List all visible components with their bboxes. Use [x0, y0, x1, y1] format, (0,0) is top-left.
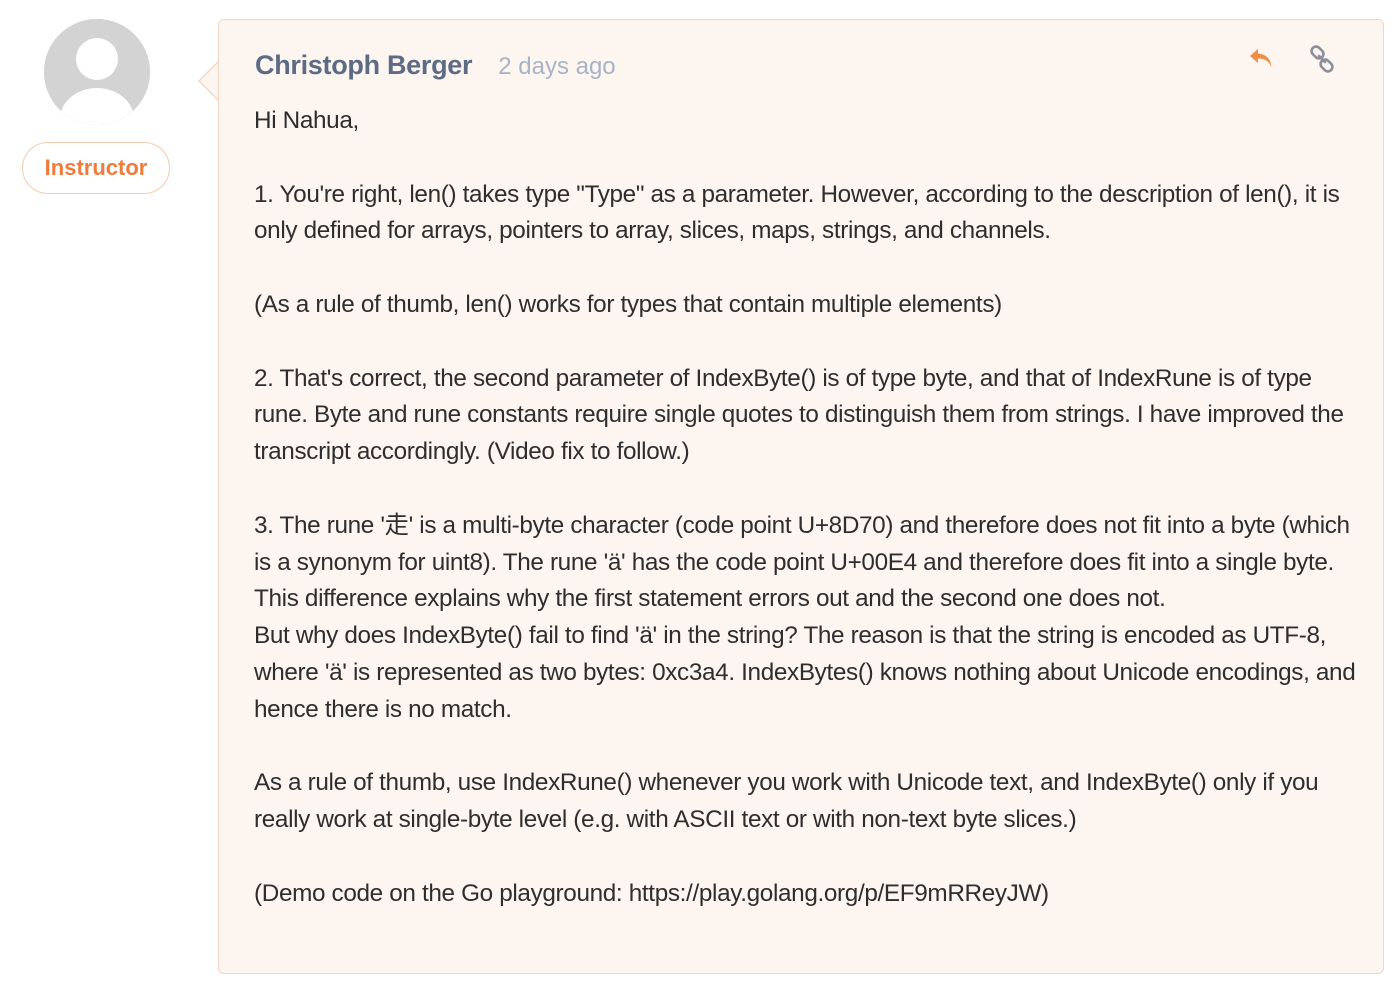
instructor-badge: Instructor — [22, 142, 170, 194]
comment-paragraph: 1. You're right, len() takes type "Type"… — [254, 180, 1340, 245]
comment-paragraph: But why does IndexByte() fail to find 'ä… — [254, 622, 1356, 723]
author-name[interactable]: Christoph Berger — [255, 50, 473, 81]
comment-thread: Instructor Christoph Berger 2 days ago H… — [0, 0, 1400, 995]
comment-timestamp[interactable]: 2 days ago — [498, 53, 615, 81]
comment-paragraph: (As a rule of thumb, len() works for typ… — [254, 290, 1002, 318]
comment-paragraph: As a rule of thumb, use IndexRune() when… — [254, 769, 1319, 834]
comment-paragraph: 3. The rune '走' is a multi-byte characte… — [254, 511, 1350, 613]
comment-body: Hi Nahua, 1. You're right, len() takes t… — [254, 103, 1364, 913]
comment-paragraph[interactable]: (Demo code on the Go playground: https:/… — [254, 876, 1364, 913]
comment-paragraph: 2. That's correct, the second parameter … — [254, 364, 1344, 466]
comment-card: Christoph Berger 2 days ago Hi Nahua, 1.… — [218, 19, 1384, 974]
default-user-avatar-icon[interactable] — [44, 19, 150, 125]
chain-link-icon[interactable] — [1307, 44, 1337, 74]
comment-header: Christoph Berger 2 days ago — [255, 50, 616, 81]
comment-actions — [1247, 44, 1337, 74]
comment-paragraph: Hi Nahua, — [254, 107, 359, 134]
reply-arrow-icon[interactable] — [1247, 44, 1277, 74]
